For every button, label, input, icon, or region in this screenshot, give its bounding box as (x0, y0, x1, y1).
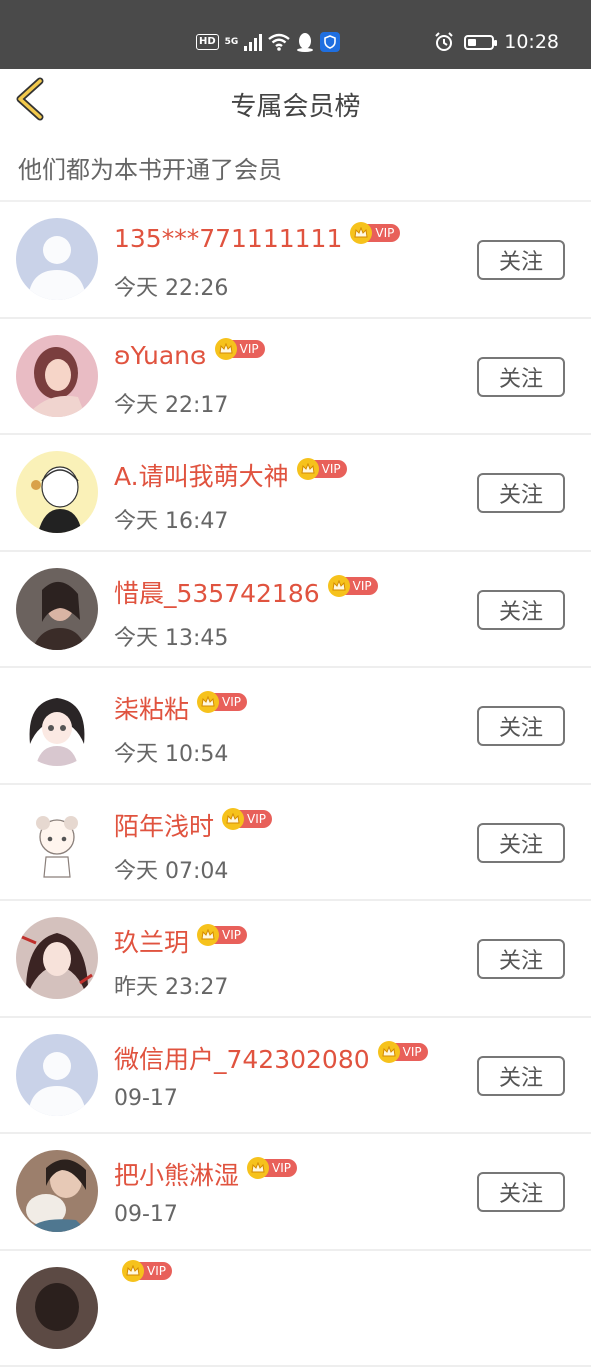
avatar[interactable] (16, 1034, 98, 1116)
vip-badge: VIP (350, 223, 400, 243)
5g-icon: 5G (225, 38, 239, 47)
member-row[interactable]: ʚYuanɞ VIP 今天 22:17 关注 (0, 319, 591, 436)
avatar[interactable] (16, 218, 98, 300)
vip-badge: VIP (197, 692, 247, 712)
crown-icon (297, 458, 319, 480)
member-time: 今天 13:45 (114, 620, 228, 652)
status-time: 10:28 (504, 31, 559, 53)
member-row[interactable]: A.请叫我萌大神 VIP 今天 16:47 关注 (0, 435, 591, 552)
member-time: 09-17 (114, 1202, 178, 1227)
crown-icon (222, 808, 244, 830)
member-row[interactable]: 玖兰玥 VIP 昨天 23:27 关注 (0, 901, 591, 1018)
follow-button[interactable]: 关注 (477, 939, 565, 979)
crown-icon (215, 338, 237, 360)
signal-icon (244, 33, 262, 51)
follow-button[interactable]: 关注 (477, 1056, 565, 1096)
list-subtitle: 他们都为本书开通了会员 (18, 150, 282, 185)
name-line: ʚYuanɞ VIP (114, 341, 265, 370)
follow-button[interactable]: 关注 (477, 1172, 565, 1212)
avatar[interactable] (16, 684, 98, 766)
avatar[interactable] (16, 451, 98, 533)
member-name[interactable]: 把小熊淋湿 (114, 1156, 239, 1192)
crown-icon (197, 691, 219, 713)
member-row[interactable]: 陌年浅时 VIP 今天 07:04 关注 (0, 785, 591, 902)
member-name[interactable]: 柒粘粘 (114, 690, 189, 726)
name-line: VIP (114, 1273, 172, 1281)
follow-button[interactable]: 关注 (477, 357, 565, 397)
name-line: 惜晨_535742186 VIP (114, 574, 378, 610)
crown-icon (350, 222, 372, 244)
avatar[interactable] (16, 335, 98, 417)
wifi-icon (268, 33, 290, 51)
vip-badge: VIP (247, 1158, 297, 1178)
member-row[interactable]: 微信用户_742302080 VIP 09-17 关注 (0, 1018, 591, 1135)
vip-badge: VIP (222, 809, 272, 829)
vip-badge: VIP (297, 459, 347, 479)
vip-badge: VIP (197, 925, 247, 945)
follow-button[interactable]: 关注 (477, 240, 565, 280)
member-time: 昨天 23:27 (114, 969, 228, 1001)
name-line: 微信用户_742302080 VIP (114, 1040, 428, 1076)
status-icons-center: HD 5G (196, 32, 340, 52)
member-name[interactable]: 微信用户_742302080 (114, 1040, 370, 1076)
status-icons-right: 10:28 (434, 31, 559, 53)
member-row[interactable]: VIP (0, 1251, 591, 1367)
alarm-icon (434, 32, 454, 52)
vip-badge: VIP (215, 339, 265, 359)
crown-icon (197, 924, 219, 946)
member-row[interactable]: 惜晨_535742186 VIP 今天 13:45 关注 (0, 552, 591, 669)
avatar[interactable] (16, 917, 98, 999)
crown-icon (122, 1260, 144, 1282)
vip-badge: VIP (328, 576, 378, 596)
avatar[interactable] (16, 801, 98, 883)
member-name[interactable]: 惜晨_535742186 (114, 574, 320, 610)
avatar[interactable] (16, 1150, 98, 1232)
name-line: 柒粘粘 VIP (114, 690, 247, 726)
member-row[interactable]: 柒粘粘 VIP 今天 10:54 关注 (0, 668, 591, 785)
member-name[interactable]: 玖兰玥 (114, 923, 189, 959)
member-name[interactable]: ʚYuanɞ (114, 341, 207, 370)
member-row[interactable]: 把小熊淋湿 VIP 09-17 关注 (0, 1134, 591, 1251)
member-time: 今天 22:26 (114, 270, 228, 302)
name-line: 把小熊淋湿 VIP (114, 1156, 297, 1192)
status-bar: HD 5G 10:28 (0, 0, 591, 69)
member-name[interactable]: A.请叫我萌大神 (114, 457, 289, 493)
name-line: A.请叫我萌大神 VIP (114, 457, 347, 493)
follow-button[interactable]: 关注 (477, 590, 565, 630)
member-time: 今天 16:47 (114, 503, 228, 535)
member-time: 今天 22:17 (114, 387, 228, 419)
name-line: 玖兰玥 VIP (114, 923, 247, 959)
member-name[interactable]: 135***771111111 (114, 224, 342, 253)
avatar[interactable] (16, 1267, 98, 1349)
follow-button[interactable]: 关注 (477, 823, 565, 863)
member-row[interactable]: 135***771111111 VIP 今天 22:26 关注 (0, 202, 591, 319)
crown-icon (328, 575, 350, 597)
page-title: 专属会员榜 (0, 86, 591, 123)
member-time: 今天 10:54 (114, 736, 228, 768)
crown-icon (378, 1041, 400, 1063)
member-time: 今天 07:04 (114, 853, 228, 885)
vip-badge: VIP (122, 1261, 172, 1281)
member-name[interactable]: 陌年浅时 (114, 807, 214, 843)
follow-button[interactable]: 关注 (477, 473, 565, 513)
name-line: 陌年浅时 VIP (114, 807, 272, 843)
member-list: 135***771111111 VIP 今天 22:26 关注 ʚYuanɞ V… (0, 202, 591, 1367)
shield-app-icon (320, 32, 340, 52)
qq-icon (296, 32, 314, 52)
follow-button[interactable]: 关注 (477, 706, 565, 746)
member-time: 09-17 (114, 1086, 178, 1111)
avatar[interactable] (16, 568, 98, 650)
crown-icon (247, 1157, 269, 1179)
vip-badge: VIP (378, 1042, 428, 1062)
battery-icon (464, 35, 494, 50)
hd-icon: HD (196, 34, 219, 50)
nav-bar: 专属会员榜 (0, 69, 591, 137)
name-line: 135***771111111 VIP (114, 224, 400, 253)
